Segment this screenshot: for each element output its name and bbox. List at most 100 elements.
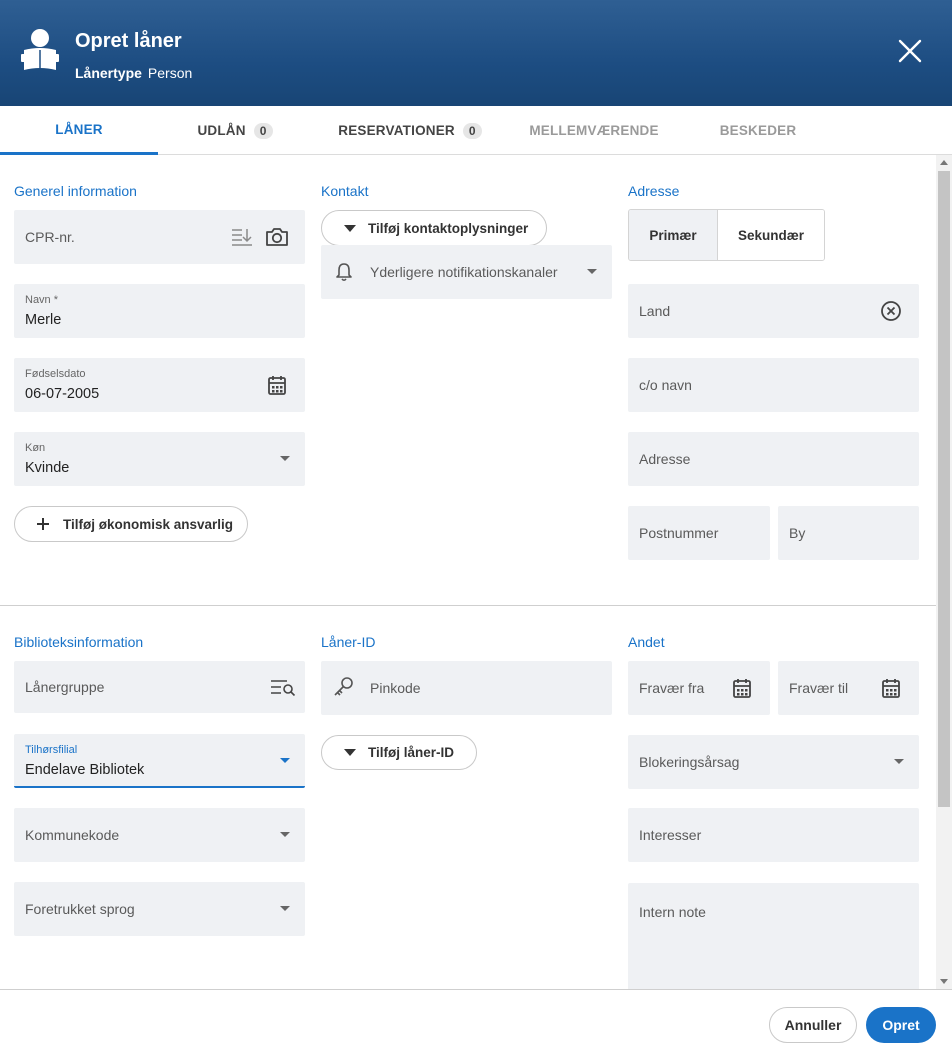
borrower-type-label: Lånertype [75,65,142,81]
preferred-language-select[interactable]: Foretrukket sprog [14,882,305,936]
gender-label: Køn [25,442,46,454]
postcode-field[interactable]: Postnummer [628,506,770,560]
borrower-type: Lånertype Person [75,65,192,81]
name-value: Merle [25,312,62,328]
block-reason-placeholder: Blokeringsårsag [639,754,740,770]
internal-note-placeholder: Intern note [639,904,706,920]
triangle-down-icon [344,224,356,232]
count-badge: 0 [462,122,482,139]
municipality-code-placeholder: Kommunekode [25,827,120,843]
clear-icon[interactable] [880,300,902,322]
notification-channels-placeholder: Yderligere notifikationskanaler [370,264,558,280]
add-borrower-id-button[interactable]: Tilføj låner-ID [321,735,477,770]
count-badge: 0 [253,122,273,139]
gender-value: Kvinde [25,460,70,476]
chevron-down-icon [280,832,290,837]
chevron-down-icon [280,758,290,763]
camera-icon[interactable] [264,226,290,248]
add-contact-button[interactable]: Tilføj kontaktoplysninger [321,210,547,246]
plus-icon [37,518,49,530]
cancel-button[interactable]: Annuller [769,1007,857,1043]
dialog-footer: Annuller Opret [0,989,952,1054]
birthdate-field[interactable]: Fødselsdato 06-07-2005 [14,358,305,412]
dialog-title: Opret låner [75,30,182,52]
tab-laaner[interactable]: LÅNER [0,106,158,155]
content-scrollbar[interactable] [936,155,952,989]
calendar-icon[interactable] [732,677,752,699]
chevron-down-icon [894,759,904,764]
tab-reservationer[interactable]: RESERVATIONER 0 [330,106,490,155]
gender-select[interactable]: Køn Kvinde [14,432,305,486]
address-placeholder: Adresse [639,451,691,467]
absent-to-field[interactable]: Fravær til [778,661,919,715]
tab-bar: LÅNER UDLÅN 0 RESERVATIONER 0 MELLEMVÆREND… [0,106,952,155]
home-branch-value: Endelave Bibliotek [25,762,145,778]
address-field[interactable]: Adresse [628,432,919,486]
calendar-icon[interactable] [267,374,287,396]
cpr-field[interactable]: CPR-nr. [14,210,305,264]
close-icon[interactable] [896,37,924,65]
birthdate-label: Fødselsdato [25,368,86,380]
co-name-placeholder: c/o navn [639,377,692,393]
tab-label: UDLÅN [197,123,246,138]
form-content: Generel information CPR-nr. Navn * Merle… [0,155,936,989]
borrower-group-field[interactable]: Lånergruppe [14,661,305,713]
calendar-icon[interactable] [881,677,901,699]
add-financial-label: Tilføj økonomisk ansvarlig [63,516,234,532]
block-reason-select[interactable]: Blokeringsårsag [628,735,919,789]
tab-label: MELLEMVÆRENDE [529,123,659,138]
city-field[interactable]: By [778,506,919,560]
preferred-language-placeholder: Foretrukket sprog [25,901,135,917]
scroll-up-icon[interactable] [940,160,948,165]
scroll-down-icon[interactable] [940,979,948,984]
list-search-icon[interactable] [270,678,296,696]
interests-field[interactable]: Interesser [628,808,919,862]
section-contact-title: Kontakt [321,183,369,199]
section-other-title: Andet [628,634,665,650]
cpr-placeholder: CPR-nr. [25,229,75,245]
scrollbar-thumb[interactable] [938,171,950,807]
triangle-down-icon [344,749,356,756]
chevron-down-icon [280,906,290,911]
co-name-field[interactable]: c/o navn [628,358,919,412]
section-library-title: Biblioteksinformation [14,634,144,650]
pin-field[interactable]: Pinkode [321,661,612,715]
download-icon[interactable] [230,226,254,248]
city-placeholder: By [789,525,806,541]
create-button[interactable]: Opret [866,1007,936,1043]
secondary-address-option[interactable]: Sekundær [717,210,824,260]
section-general-title: Generel information [14,183,137,199]
home-branch-label: Tilhørsfilial [25,744,78,756]
key-icon [334,677,353,696]
borrower-group-placeholder: Lånergruppe [25,679,105,695]
section-borrower-id-title: Låner-ID [321,634,376,650]
notification-channels-select[interactable]: Yderligere notifikationskanaler [321,245,612,299]
tab-label: BESKEDER [719,123,797,138]
tab-mellemvaerende[interactable]: MELLEMVÆRENDE [520,106,668,155]
primary-address-option[interactable]: Primær [629,210,718,260]
name-label: Navn * [25,294,59,306]
postcode-placeholder: Postnummer [639,525,719,541]
section-divider [0,605,936,606]
internal-note-textarea[interactable]: Intern note [628,883,919,989]
borrower-type-value: Person [147,65,193,81]
reader-icon [21,29,59,70]
country-placeholder: Land [639,303,671,319]
tab-udlaan[interactable]: UDLÅN 0 [180,106,290,155]
chevron-down-icon [280,456,290,461]
absent-from-field[interactable]: Fravær fra [628,661,770,715]
tab-beskeder[interactable]: BESKEDER [708,106,808,155]
birthdate-value: 06-07-2005 [25,386,100,402]
pin-placeholder: Pinkode [370,680,421,696]
address-type-toggle: Primær Sekundær [628,209,825,261]
tab-label: RESERVATIONER [338,123,455,138]
country-field[interactable]: Land [628,284,919,338]
add-financial-responsible-button[interactable]: Tilføj økonomisk ansvarlig [14,506,248,542]
add-borrower-id-label: Tilføj låner-ID [368,745,455,760]
municipality-code-select[interactable]: Kommunekode [14,808,305,862]
home-branch-select[interactable]: Tilhørsfilial Endelave Bibliotek [14,734,305,788]
absent-from-placeholder: Fravær fra [639,680,705,696]
name-field[interactable]: Navn * Merle [14,284,305,338]
dialog-header: Opret låner Lånertype Person [0,0,952,106]
interests-placeholder: Interesser [639,827,702,843]
